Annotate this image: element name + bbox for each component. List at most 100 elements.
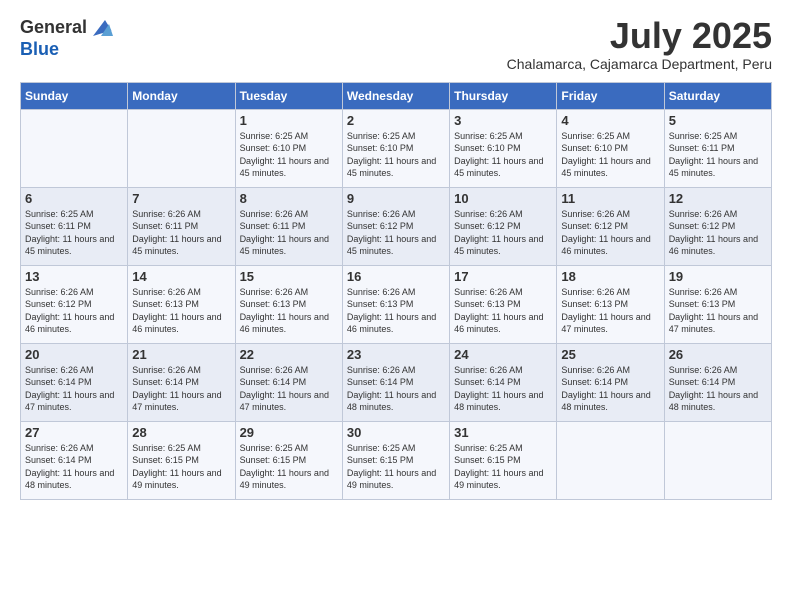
calendar-cell: 5 Sunrise: 6:25 AMSunset: 6:11 PMDaylight… [664,109,771,187]
day-info: Sunrise: 6:26 AMSunset: 6:13 PMDaylight:… [669,286,767,336]
day-info: Sunrise: 6:26 AMSunset: 6:14 PMDaylight:… [132,364,230,414]
day-info: Sunrise: 6:26 AMSunset: 6:11 PMDaylight:… [240,208,338,258]
calendar-cell: 3 Sunrise: 6:25 AMSunset: 6:10 PMDaylight… [450,109,557,187]
day-number: 13 [25,269,123,284]
day-info: Sunrise: 6:25 AMSunset: 6:15 PMDaylight:… [132,442,230,492]
location: Chalamarca, Cajamarca Department, Peru [507,56,772,72]
day-number: 14 [132,269,230,284]
calendar-cell: 30 Sunrise: 6:25 AMSunset: 6:15 PMDayligh… [342,421,449,499]
calendar-body: 1 Sunrise: 6:25 AMSunset: 6:10 PMDaylight… [21,109,772,499]
calendar-cell [128,109,235,187]
day-number: 31 [454,425,552,440]
day-info: Sunrise: 6:25 AMSunset: 6:10 PMDaylight:… [454,130,552,180]
calendar-cell: 8 Sunrise: 6:26 AMSunset: 6:11 PMDaylight… [235,187,342,265]
page: General Blue July 2025 Chalamarca, Cajam… [0,0,792,612]
day-info: Sunrise: 6:26 AMSunset: 6:14 PMDaylight:… [454,364,552,414]
day-number: 6 [25,191,123,206]
calendar-cell: 9 Sunrise: 6:26 AMSunset: 6:12 PMDaylight… [342,187,449,265]
calendar-cell: 14 Sunrise: 6:26 AMSunset: 6:13 PMDayligh… [128,265,235,343]
day-number: 25 [561,347,659,362]
calendar-cell: 22 Sunrise: 6:26 AMSunset: 6:14 PMDayligh… [235,343,342,421]
title-block: July 2025 Chalamarca, Cajamarca Departme… [507,16,772,72]
day-number: 18 [561,269,659,284]
day-number: 4 [561,113,659,128]
calendar-cell: 11Sunrise: 6:26 AMSunset: 6:12 PMDayligh… [557,187,664,265]
day-info: Sunrise: 6:25 AMSunset: 6:10 PMDaylight:… [561,130,659,180]
day-info: Sunrise: 6:26 AMSunset: 6:14 PMDaylight:… [669,364,767,414]
logo-general: General [20,18,87,38]
day-info: Sunrise: 6:26 AMSunset: 6:12 PMDaylight:… [561,208,659,258]
calendar-cell: 23Sunrise: 6:26 AMSunset: 6:14 PMDayligh… [342,343,449,421]
day-info: Sunrise: 6:26 AMSunset: 6:13 PMDaylight:… [454,286,552,336]
day-number: 3 [454,113,552,128]
calendar-cell: 29Sunrise: 6:25 AMSunset: 6:15 PMDayligh… [235,421,342,499]
day-number: 1 [240,113,338,128]
day-number: 21 [132,347,230,362]
month-year: July 2025 [507,16,772,56]
day-number: 15 [240,269,338,284]
calendar-week-1: 1 Sunrise: 6:25 AMSunset: 6:10 PMDaylight… [21,109,772,187]
calendar-cell: 6 Sunrise: 6:25 AMSunset: 6:11 PMDaylight… [21,187,128,265]
day-info: Sunrise: 6:26 AMSunset: 6:13 PMDaylight:… [132,286,230,336]
day-number: 27 [25,425,123,440]
logo-blue: Blue [20,39,59,59]
calendar-cell: 10Sunrise: 6:26 AMSunset: 6:12 PMDayligh… [450,187,557,265]
day-info: Sunrise: 6:25 AMSunset: 6:11 PMDaylight:… [25,208,123,258]
calendar-cell: 31 Sunrise: 6:25 AMSunset: 6:15 PMDayligh… [450,421,557,499]
dow-header-tuesday: Tuesday [235,82,342,109]
day-info: Sunrise: 6:25 AMSunset: 6:11 PMDaylight:… [669,130,767,180]
logo-icon [89,16,113,40]
calendar-cell: 16 Sunrise: 6:26 AMSunset: 6:13 PMDayligh… [342,265,449,343]
dow-header-saturday: Saturday [664,82,771,109]
day-info: Sunrise: 6:26 AMSunset: 6:14 PMDaylight:… [240,364,338,414]
day-info: Sunrise: 6:25 AMSunset: 6:10 PMDaylight:… [347,130,445,180]
day-number: 8 [240,191,338,206]
day-number: 29 [240,425,338,440]
day-number: 30 [347,425,445,440]
dow-header-wednesday: Wednesday [342,82,449,109]
calendar-cell: 26 Sunrise: 6:26 AMSunset: 6:14 PMDayligh… [664,343,771,421]
calendar-week-4: 20Sunrise: 6:26 AMSunset: 6:14 PMDayligh… [21,343,772,421]
calendar-cell [664,421,771,499]
day-info: Sunrise: 6:26 AMSunset: 6:14 PMDaylight:… [25,364,123,414]
day-info: Sunrise: 6:26 AMSunset: 6:13 PMDaylight:… [561,286,659,336]
day-number: 9 [347,191,445,206]
day-number: 24 [454,347,552,362]
calendar-cell: 13 Sunrise: 6:26 AMSunset: 6:12 PMDayligh… [21,265,128,343]
calendar-cell: 17Sunrise: 6:26 AMSunset: 6:13 PMDayligh… [450,265,557,343]
day-info: Sunrise: 6:26 AMSunset: 6:12 PMDaylight:… [454,208,552,258]
day-info: Sunrise: 6:25 AMSunset: 6:15 PMDaylight:… [347,442,445,492]
day-info: Sunrise: 6:26 AMSunset: 6:12 PMDaylight:… [347,208,445,258]
day-number: 2 [347,113,445,128]
calendar-cell: 12Sunrise: 6:26 AMSunset: 6:12 PMDayligh… [664,187,771,265]
calendar-cell: 28Sunrise: 6:25 AMSunset: 6:15 PMDayligh… [128,421,235,499]
day-number: 26 [669,347,767,362]
calendar-cell: 25 Sunrise: 6:26 AMSunset: 6:14 PMDayligh… [557,343,664,421]
dow-header-monday: Monday [128,82,235,109]
day-number: 19 [669,269,767,284]
day-of-week-row: SundayMondayTuesdayWednesdayThursdayFrid… [21,82,772,109]
calendar-cell: 15 Sunrise: 6:26 AMSunset: 6:13 PMDayligh… [235,265,342,343]
day-info: Sunrise: 6:26 AMSunset: 6:14 PMDaylight:… [561,364,659,414]
day-info: Sunrise: 6:26 AMSunset: 6:13 PMDaylight:… [347,286,445,336]
calendar-cell: 21 Sunrise: 6:26 AMSunset: 6:14 PMDayligh… [128,343,235,421]
calendar-cell: 18 Sunrise: 6:26 AMSunset: 6:13 PMDayligh… [557,265,664,343]
dow-header-friday: Friday [557,82,664,109]
calendar-week-5: 27 Sunrise: 6:26 AMSunset: 6:14 PMDayligh… [21,421,772,499]
day-number: 22 [240,347,338,362]
dow-header-sunday: Sunday [21,82,128,109]
day-info: Sunrise: 6:26 AMSunset: 6:14 PMDaylight:… [25,442,123,492]
calendar-cell: 4 Sunrise: 6:25 AMSunset: 6:10 PMDaylight… [557,109,664,187]
dow-header-thursday: Thursday [450,82,557,109]
day-number: 12 [669,191,767,206]
calendar-cell: 19 Sunrise: 6:26 AMSunset: 6:13 PMDayligh… [664,265,771,343]
day-number: 5 [669,113,767,128]
calendar-table: SundayMondayTuesdayWednesdayThursdayFrid… [20,82,772,500]
day-info: Sunrise: 6:26 AMSunset: 6:13 PMDaylight:… [240,286,338,336]
calendar-cell: 27 Sunrise: 6:26 AMSunset: 6:14 PMDayligh… [21,421,128,499]
day-number: 16 [347,269,445,284]
calendar-cell [21,109,128,187]
day-info: Sunrise: 6:25 AMSunset: 6:15 PMDaylight:… [454,442,552,492]
calendar-cell: 2 Sunrise: 6:25 AMSunset: 6:10 PMDaylight… [342,109,449,187]
day-info: Sunrise: 6:26 AMSunset: 6:12 PMDaylight:… [25,286,123,336]
